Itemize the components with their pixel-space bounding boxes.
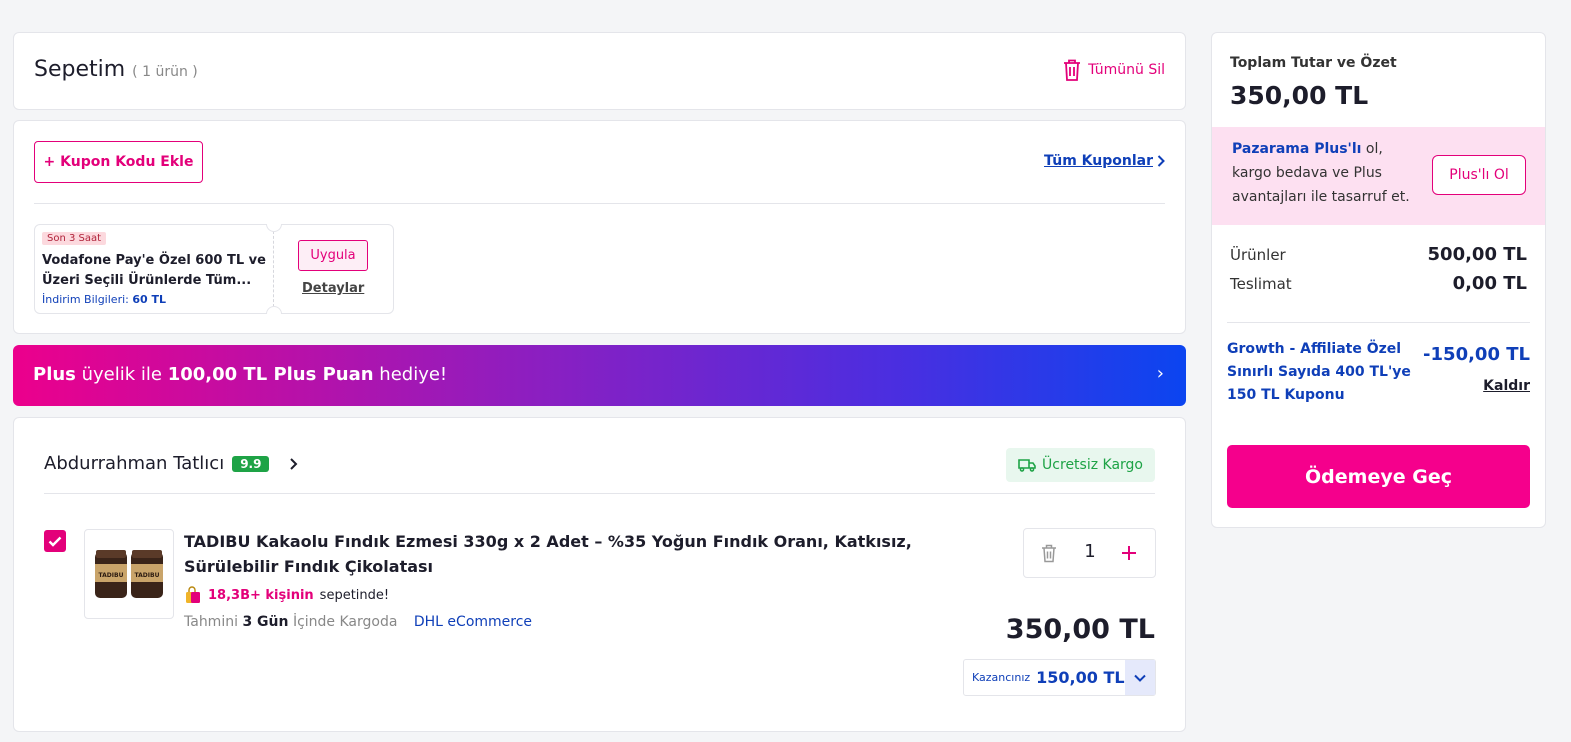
delivery-row: Teslimat 0,00 TL (1230, 273, 1527, 294)
savings-value: 150,00 TL (1036, 668, 1125, 687)
banner-text-end: hediye! (373, 364, 448, 385)
eta-suffix: İçinde Kargoda (292, 614, 398, 630)
seller-group: Abdurrahman Tatlıcı 9.9 Ücretsiz Kargo T… (13, 417, 1186, 732)
checkout-button[interactable]: Ödemeye Geç (1227, 445, 1530, 508)
add-coupon-button[interactable]: + Kupon Kodu Ekle (34, 141, 203, 183)
ticket-notch-top (266, 224, 282, 232)
product-price: 350,00 TL (1005, 614, 1155, 645)
divider (34, 203, 1165, 204)
cart-header: Sepetim ( 1 ürün ) Tümünü Sil (13, 32, 1186, 110)
popularity-note: 18,3B+ kişinin sepetinde! (184, 586, 389, 604)
coupon-card: Son 3 Saat Vodafone Pay'e Özel 600 TL ve… (34, 224, 394, 314)
discount-info-value: 60 TL (132, 293, 167, 306)
item-count: ( 1 ürün ) (132, 64, 198, 80)
truck-icon (1018, 459, 1036, 472)
delete-all-label: Tümünü Sil (1088, 62, 1165, 78)
ticket-notch-bottom (266, 306, 282, 314)
free-shipping-badge: Ücretsiz Kargo (1006, 448, 1155, 482)
order-summary: Toplam Tutar ve Özet 350,00 TL Pazarama … (1211, 32, 1546, 528)
page-title: Sepetim ( 1 ürün ) (34, 57, 198, 82)
summary-total: 350,00 TL (1230, 81, 1369, 110)
coupon-details-link[interactable]: Detaylar (302, 281, 364, 296)
chevron-right-icon: › (1156, 363, 1164, 384)
banner-text-middle: üyelik ile (75, 364, 168, 385)
delete-all-button[interactable]: Tümünü Sil (1062, 58, 1165, 82)
product-name-link[interactable]: TADIBU Kakaolu Fındık Ezmesi 330g x 2 Ad… (184, 529, 914, 579)
delivery-estimate: Tahmini 3 Gün İçinde Kargoda DHL eCommer… (184, 614, 532, 630)
trash-icon (1064, 59, 1081, 81)
eta-prefix: Tahmini (184, 614, 238, 630)
jar-label-right: TADIBU (135, 572, 160, 579)
seller-link[interactable]: Abdurrahman Tatlıcı 9.9 (44, 453, 301, 474)
eta-days: 3 Gün (242, 614, 289, 630)
savings-label: Kazancınız (972, 671, 1031, 684)
product-image[interactable]: TADIBU TADIBU (84, 529, 174, 619)
ticket-separator (273, 231, 274, 307)
applied-coupon-name: Growth - Affiliate Özel Sınırlı Sayıda 4… (1227, 341, 1411, 403)
chevron-right-icon (290, 457, 298, 470)
coupon-section: + Kupon Kodu Ekle Tüm Kuponlar Son 3 Saa… (13, 120, 1186, 334)
banner-plus-word: Plus (33, 364, 76, 385)
popularity-count: 18,3B+ kişinin (208, 587, 314, 603)
divider (44, 493, 1155, 494)
items-value: 500,00 TL (1427, 244, 1527, 265)
chevron-right-icon (1157, 155, 1165, 167)
coupon-description: Vodafone Pay'e Özel 600 TL ve Üzeri Seçi… (42, 253, 266, 288)
items-row: Ürünler 500,00 TL (1230, 244, 1527, 265)
jar-label-left: TADIBU (99, 572, 124, 579)
all-coupons-label: Tüm Kuponlar (1044, 153, 1153, 169)
plus-promo-box: Pazarama Plus'lı ol, kargo bedava ve Plu… (1212, 127, 1545, 225)
all-coupons-link[interactable]: Tüm Kuponlar (1044, 153, 1165, 169)
plus-promo-text: Pazarama Plus'lı ol, kargo bedava ve Plu… (1232, 137, 1422, 209)
divider (1227, 322, 1530, 323)
banner-text: Plus üyelik ile 100,00 TL Plus Puan hedi… (33, 364, 447, 385)
free-shipping-label: Ücretsiz Kargo (1042, 457, 1143, 473)
quantity-stepper: 1 (1023, 528, 1156, 578)
banner-points: 100,00 TL Plus Puan (167, 364, 374, 385)
seller-name: Abdurrahman Tatlıcı (44, 453, 225, 474)
trash-icon[interactable] (1041, 544, 1057, 563)
plus-membership-banner[interactable]: Plus üyelik ile 100,00 TL Plus Puan hedi… (13, 345, 1186, 406)
applied-coupon-amount: -150,00 TL (1423, 344, 1530, 365)
join-plus-button[interactable]: Plus'lı Ol (1432, 155, 1526, 195)
remove-coupon-link[interactable]: Kaldır (1483, 378, 1530, 394)
savings-dropdown[interactable]: Kazancınız 150,00 TL (963, 659, 1156, 696)
checkmark-icon (48, 536, 62, 547)
plus-icon[interactable] (1122, 546, 1136, 560)
discount-info-label: İndirim Bilgileri: (42, 293, 129, 306)
summary-label: Toplam Tutar ve Özet (1230, 55, 1397, 71)
carrier-name: DHL eCommerce (413, 614, 533, 630)
time-limit-badge: Son 3 Saat (42, 232, 107, 245)
shopping-bag-icon (186, 586, 200, 603)
savings-toggle[interactable] (1125, 660, 1155, 695)
apply-coupon-button[interactable]: Uygula (298, 240, 368, 271)
plus-brand[interactable]: Pazarama Plus'lı (1232, 141, 1361, 157)
seller-rating-badge: 9.9 (232, 455, 270, 472)
items-label: Ürünler (1230, 246, 1286, 264)
product-select-checkbox[interactable] (44, 530, 66, 552)
quantity-value[interactable]: 1 (1080, 541, 1100, 562)
delivery-value: 0,00 TL (1452, 273, 1527, 294)
delivery-label: Teslimat (1230, 275, 1292, 293)
coupon-discount-info: İndirim Bilgileri: 60 TL (42, 293, 166, 306)
popularity-suffix: sepetinde! (319, 587, 390, 603)
chevron-down-icon (1134, 674, 1146, 682)
product-jars-image: TADIBU TADIBU (95, 550, 163, 598)
